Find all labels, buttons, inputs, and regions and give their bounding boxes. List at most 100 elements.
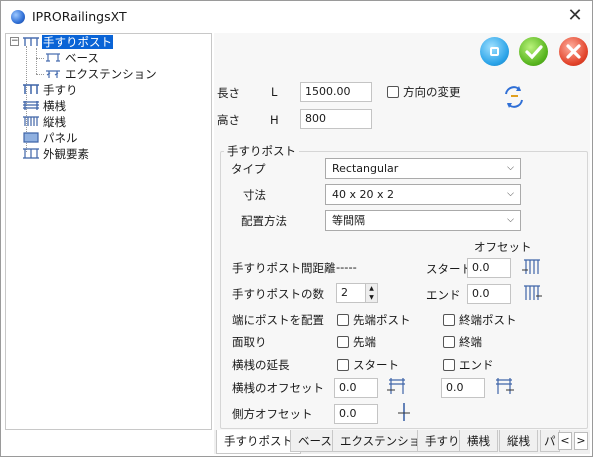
tree-item-appearance[interactable]: 外観要素 [22, 146, 90, 162]
collapse-icon[interactable]: − [10, 37, 19, 46]
side-offset-input[interactable]: 0.0 [334, 404, 378, 424]
properties-panel: 長さ L 1500.00 方向の変更 高さ H 800 手すりポスト タイプ R… [214, 33, 590, 430]
tree-line [36, 48, 37, 74]
tree-item-base[interactable]: ベース [44, 50, 100, 66]
start-offset-input[interactable]: 0.0 [467, 258, 511, 278]
section-tabbar: 手すりポスト ベース エクステンション 手すり 横桟 縦桟 パ < > [214, 430, 590, 454]
size-select[interactable]: 40 x 20 x 2 ⌵ [325, 184, 521, 205]
size-label: 寸法 [243, 188, 266, 202]
dialog-window: IPRORailingsXT ✕ − 手すりポスト ベース エクステンション 手… [0, 0, 593, 457]
rail-offset-input-1[interactable]: 0.0 [334, 378, 378, 398]
type-label: タイプ [231, 162, 266, 176]
handrail-icon [23, 84, 39, 94]
length-label: 長さ [217, 86, 240, 100]
placement-select-value: 等間隔 [332, 214, 365, 227]
height-label: 高さ [217, 113, 240, 127]
placement-select[interactable]: 等間隔 ⌵ [325, 210, 521, 231]
cancel-button[interactable] [559, 37, 588, 66]
end-posts-label: 端にポストを配置 [232, 313, 324, 327]
extend-label: 横桟の延長 [232, 358, 290, 372]
type-select-value: Rectangular [332, 162, 399, 175]
height-input[interactable]: 800 [300, 109, 372, 129]
side-offset-icon [398, 403, 410, 421]
end-offset-input[interactable]: 0.0 [467, 284, 511, 304]
tree-item-label: 横桟 [43, 99, 66, 113]
chevron-down-icon: ⌵ [507, 215, 514, 225]
chamfer-label: 面取り [232, 335, 267, 349]
height-symbol: H [270, 113, 279, 127]
tree-item-label: エクステンション [65, 67, 157, 81]
chevron-down-icon: ⌵ [507, 163, 514, 173]
window-title: IPRORailingsXT [32, 9, 127, 24]
start-offset-label: スタート [426, 262, 472, 276]
placement-label: 配置方法 [241, 214, 287, 228]
post-icon [23, 37, 39, 46]
count-stepper[interactable]: 2 ▲ ▼ [336, 283, 378, 303]
direction-label: 方向の変更 [403, 85, 461, 99]
last-post-label: 終端ポスト [459, 313, 517, 327]
stepper-up-icon[interactable]: ▲ [366, 284, 377, 293]
tab-post[interactable]: 手すりポスト [216, 430, 301, 454]
x-icon [566, 44, 581, 59]
chamfer-first-label: 先端 [353, 335, 376, 349]
stepper-buttons: ▲ ▼ [365, 284, 377, 302]
chamfer-first-checkbox[interactable] [337, 336, 349, 348]
swap-direction-icon[interactable] [500, 83, 528, 111]
extend-end-checkbox[interactable] [443, 359, 455, 371]
tab-panel[interactable]: パ [540, 430, 560, 452]
spacing-label: 手すりポスト間距離 [232, 261, 336, 275]
tree-item-label: 縦桟 [43, 115, 66, 129]
spacing-value: ----- [336, 260, 357, 274]
horizontal-rail-icon [23, 101, 39, 110]
tree-item-handrail[interactable]: 手すり [22, 82, 79, 98]
title-bar: IPRORailingsXT ✕ [1, 1, 592, 33]
length-symbol: L [271, 85, 278, 99]
tab-vertical-rail[interactable]: 縦桟 [499, 430, 538, 452]
stepper-down-icon[interactable]: ▼ [366, 293, 377, 302]
last-post-checkbox[interactable] [443, 314, 455, 326]
rail-offset-icon [387, 378, 405, 394]
tree-line [36, 58, 44, 59]
close-button[interactable]: ✕ [563, 5, 587, 29]
first-post-checkbox[interactable] [337, 314, 349, 326]
extend-end-label: エンド [459, 358, 494, 372]
offset-header: オフセット [474, 240, 532, 254]
type-select[interactable]: Rectangular ⌵ [325, 158, 521, 179]
component-tree: − 手すりポスト ベース エクステンション 手すり 横桟 縦桟 パネル 外観要素 [5, 33, 212, 430]
extend-start-checkbox[interactable] [337, 359, 349, 371]
minimize-dot-icon [490, 47, 499, 56]
rail-offset-input-2[interactable]: 0.0 [441, 378, 485, 398]
tree-item-extension[interactable]: エクステンション [44, 66, 158, 82]
direction-checkbox[interactable] [387, 86, 399, 98]
post-group-title: 手すりポスト [224, 143, 299, 159]
chevron-down-icon: ⌵ [507, 189, 514, 199]
side-offset-label: 側方オフセット [232, 407, 313, 421]
tree-item-post[interactable]: 手すりポスト [22, 34, 113, 50]
blue-dot-button[interactable] [480, 37, 509, 66]
tree-item-label: ベース [65, 51, 99, 65]
chamfer-last-checkbox[interactable] [443, 336, 455, 348]
panel-icon [23, 132, 39, 143]
vertical-rail-icon [23, 116, 39, 126]
tree-item-panel[interactable]: パネル [22, 130, 79, 146]
tree-item-label: 手すりポスト [42, 35, 113, 49]
ok-button[interactable] [519, 37, 548, 66]
first-post-label: 先端ポスト [353, 313, 411, 327]
tree-item-label: 外観要素 [43, 147, 89, 161]
app-globe-icon [11, 10, 25, 24]
tab-horizontal-rail[interactable]: 横桟 [459, 430, 498, 452]
tree-line [36, 74, 44, 75]
count-label: 手すりポストの数 [232, 287, 324, 301]
base-icon [46, 53, 60, 62]
count-value: 2 [341, 286, 348, 299]
rail-offset-end-icon [496, 378, 514, 394]
extend-start-label: スタート [353, 358, 399, 372]
tree-item-label: パネル [43, 131, 78, 145]
check-icon [525, 45, 543, 60]
length-input[interactable]: 1500.00 [300, 82, 372, 102]
tab-scroll-right[interactable]: > [574, 432, 588, 450]
appearance-icon [23, 148, 39, 159]
tree-item-horizontal-rail[interactable]: 横桟 [22, 98, 67, 114]
tab-scroll-left[interactable]: < [558, 432, 572, 450]
tree-item-vertical-rail[interactable]: 縦桟 [22, 114, 67, 130]
